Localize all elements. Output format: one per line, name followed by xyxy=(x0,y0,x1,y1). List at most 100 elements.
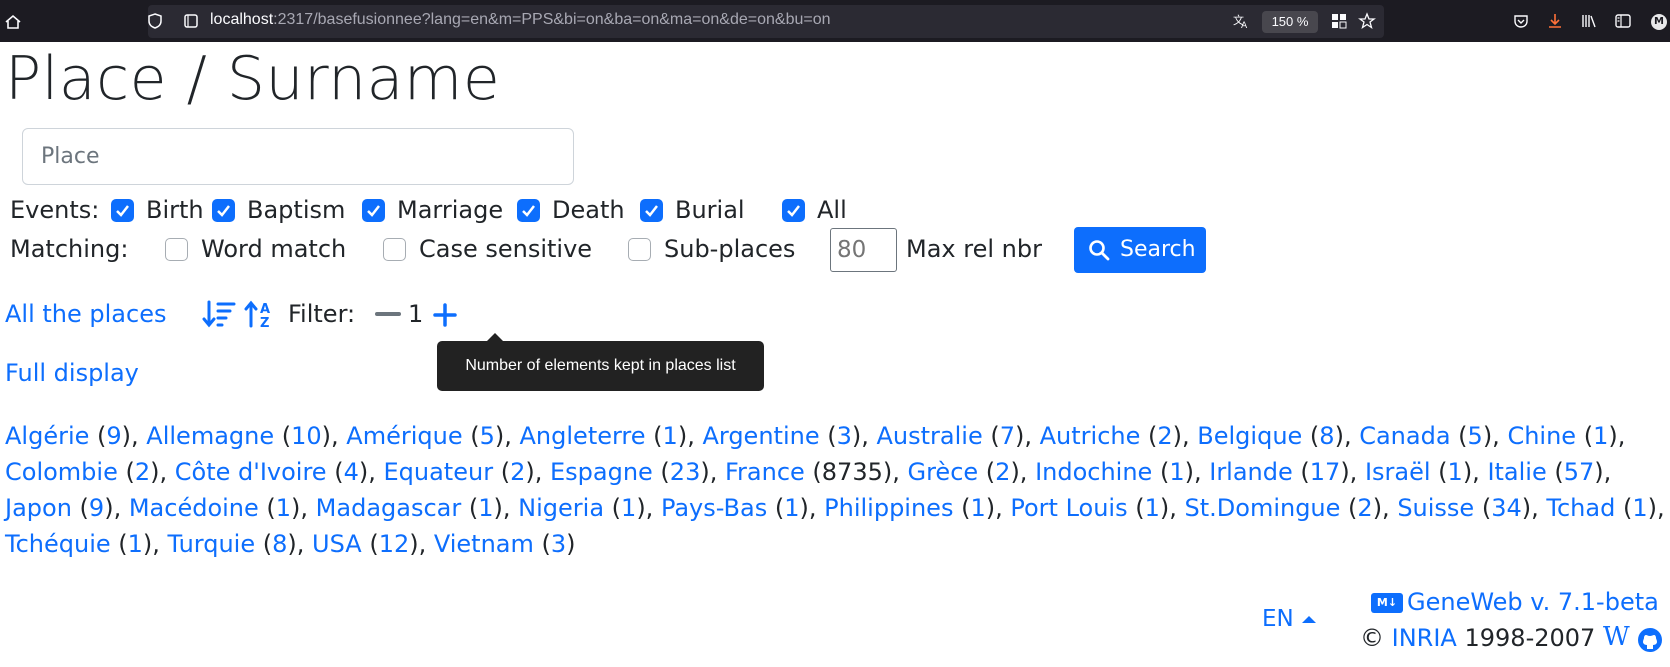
place-count[interactable]: 1 xyxy=(1169,458,1184,486)
bookmark-star-icon[interactable] xyxy=(1358,12,1376,30)
place-link[interactable]: Angleterre xyxy=(520,422,646,450)
place-link[interactable]: Colombie xyxy=(5,458,118,486)
birth-label[interactable]: Birth xyxy=(146,196,204,224)
place-count[interactable]: 3 xyxy=(551,530,566,558)
place-link[interactable]: Israël xyxy=(1365,458,1431,486)
place-count[interactable]: 23 xyxy=(670,458,701,486)
extensions-icon[interactable] xyxy=(1330,12,1348,30)
place-count[interactable]: 34 xyxy=(1491,494,1522,522)
place-link[interactable]: Philippines xyxy=(824,494,953,522)
place-link[interactable]: Chine xyxy=(1507,422,1576,450)
github-icon[interactable] xyxy=(1637,627,1663,653)
zoom-level[interactable]: 150 % xyxy=(1262,11,1318,33)
place-link[interactable]: Turquie xyxy=(168,530,256,558)
place-count[interactable]: 1 xyxy=(128,530,143,558)
place-count[interactable]: 2 xyxy=(1357,494,1372,522)
language-selector[interactable]: EN xyxy=(1262,606,1294,632)
place-link[interactable]: Autriche xyxy=(1040,422,1141,450)
marriage-checkbox[interactable] xyxy=(362,199,385,222)
place-count[interactable]: 10 xyxy=(291,422,322,450)
url-text[interactable]: localhost:2317/basefusionnee?lang=en&m=P… xyxy=(210,11,831,29)
shield-icon[interactable] xyxy=(146,12,164,30)
place-count[interactable]: 9 xyxy=(89,494,104,522)
burial-checkbox[interactable] xyxy=(640,199,663,222)
place-link[interactable]: Belgique xyxy=(1197,422,1302,450)
birth-checkbox[interactable] xyxy=(111,199,134,222)
translate-icon[interactable]: 文A xyxy=(1232,12,1250,30)
place-count[interactable]: 1 xyxy=(621,494,636,522)
place-count[interactable]: 1 xyxy=(276,494,291,522)
place-count[interactable]: 2 xyxy=(1157,422,1172,450)
place-link[interactable]: St.Domingue xyxy=(1185,494,1341,522)
place-link[interactable]: Côte d'Ivoire xyxy=(175,458,327,486)
lock-icon[interactable] xyxy=(182,12,200,30)
library-icon[interactable] xyxy=(1580,12,1598,30)
plus-icon[interactable] xyxy=(432,302,458,328)
place-count[interactable]: 12 xyxy=(379,530,410,558)
sub-places-checkbox[interactable] xyxy=(628,238,651,261)
minus-icon[interactable] xyxy=(375,312,401,316)
place-link[interactable]: Amérique xyxy=(346,422,462,450)
download-icon[interactable] xyxy=(1546,12,1564,30)
place-count[interactable]: 57 xyxy=(1564,458,1595,486)
place-count[interactable]: 1 xyxy=(478,494,493,522)
place-count[interactable]: 2 xyxy=(510,458,525,486)
place-count[interactable]: 1 xyxy=(1593,422,1608,450)
place-count[interactable]: 7 xyxy=(1000,422,1015,450)
case-sensitive-checkbox[interactable] xyxy=(383,238,406,261)
all-places-link[interactable]: All the places xyxy=(5,300,166,328)
place-link[interactable]: Japon xyxy=(5,494,72,522)
search-button[interactable]: Search xyxy=(1074,227,1206,273)
place-link[interactable]: Irlande xyxy=(1209,458,1293,486)
place-link[interactable]: Pays-Bas xyxy=(661,494,767,522)
geneweb-version-link[interactable]: GeneWeb v. 7.1-beta xyxy=(1407,588,1659,616)
place-count[interactable]: 17 xyxy=(1310,458,1341,486)
death-label[interactable]: Death xyxy=(552,196,625,224)
place-count[interactable]: 8 xyxy=(1319,422,1334,450)
place-link[interactable]: Australie xyxy=(877,422,983,450)
place-count[interactable]: 5 xyxy=(1468,422,1483,450)
baptism-label[interactable]: Baptism xyxy=(247,196,345,224)
place-link[interactable]: Indochine xyxy=(1035,458,1152,486)
caret-up-icon[interactable] xyxy=(1302,616,1316,623)
place-link[interactable]: Macédoine xyxy=(129,494,259,522)
place-count[interactable]: 2 xyxy=(135,458,150,486)
pocket-icon[interactable] xyxy=(1512,12,1530,30)
word-match-label[interactable]: Word match xyxy=(201,235,346,263)
sort-desc-icon[interactable] xyxy=(202,299,236,329)
place-count[interactable]: 9 xyxy=(106,422,121,450)
place-link[interactable]: Espagne xyxy=(550,458,653,486)
baptism-checkbox[interactable] xyxy=(212,199,235,222)
word-match-checkbox[interactable] xyxy=(165,238,188,261)
place-link[interactable]: France xyxy=(725,458,805,486)
wiki-icon[interactable]: W xyxy=(1603,622,1630,652)
place-link[interactable]: Argentine xyxy=(702,422,819,450)
inria-link[interactable]: INRIA xyxy=(1392,624,1457,652)
place-count[interactable]: 4 xyxy=(344,458,359,486)
place-count[interactable]: 1 xyxy=(1448,458,1463,486)
place-count[interactable]: 1 xyxy=(970,494,985,522)
place-count[interactable]: 3 xyxy=(837,422,852,450)
place-link[interactable]: Suisse xyxy=(1397,494,1474,522)
place-count[interactable]: 8 xyxy=(272,530,287,558)
place-link[interactable]: Allemagne xyxy=(146,422,274,450)
place-link[interactable]: Tchad xyxy=(1546,494,1615,522)
home-icon[interactable] xyxy=(4,13,22,31)
burial-label[interactable]: Burial xyxy=(675,196,745,224)
full-display-link[interactable]: Full display xyxy=(5,359,139,387)
marriage-label[interactable]: Marriage xyxy=(397,196,503,224)
account-avatar[interactable]: M xyxy=(1651,14,1667,30)
place-count[interactable]: 1 xyxy=(1145,494,1160,522)
death-checkbox[interactable] xyxy=(517,199,540,222)
place-count[interactable]: 1 xyxy=(663,422,678,450)
place-link[interactable]: Tchéquie xyxy=(5,530,111,558)
place-link[interactable]: Port Louis xyxy=(1010,494,1127,522)
place-link[interactable]: Equateur xyxy=(383,458,493,486)
place-link[interactable]: USA xyxy=(312,530,362,558)
sidebar-icon[interactable] xyxy=(1614,12,1632,30)
place-link[interactable]: Madagascar xyxy=(316,494,462,522)
place-link[interactable]: Vietnam xyxy=(434,530,534,558)
place-count[interactable]: 1 xyxy=(784,494,799,522)
max-rel-input[interactable] xyxy=(830,228,897,272)
case-sensitive-label[interactable]: Case sensitive xyxy=(419,235,592,263)
